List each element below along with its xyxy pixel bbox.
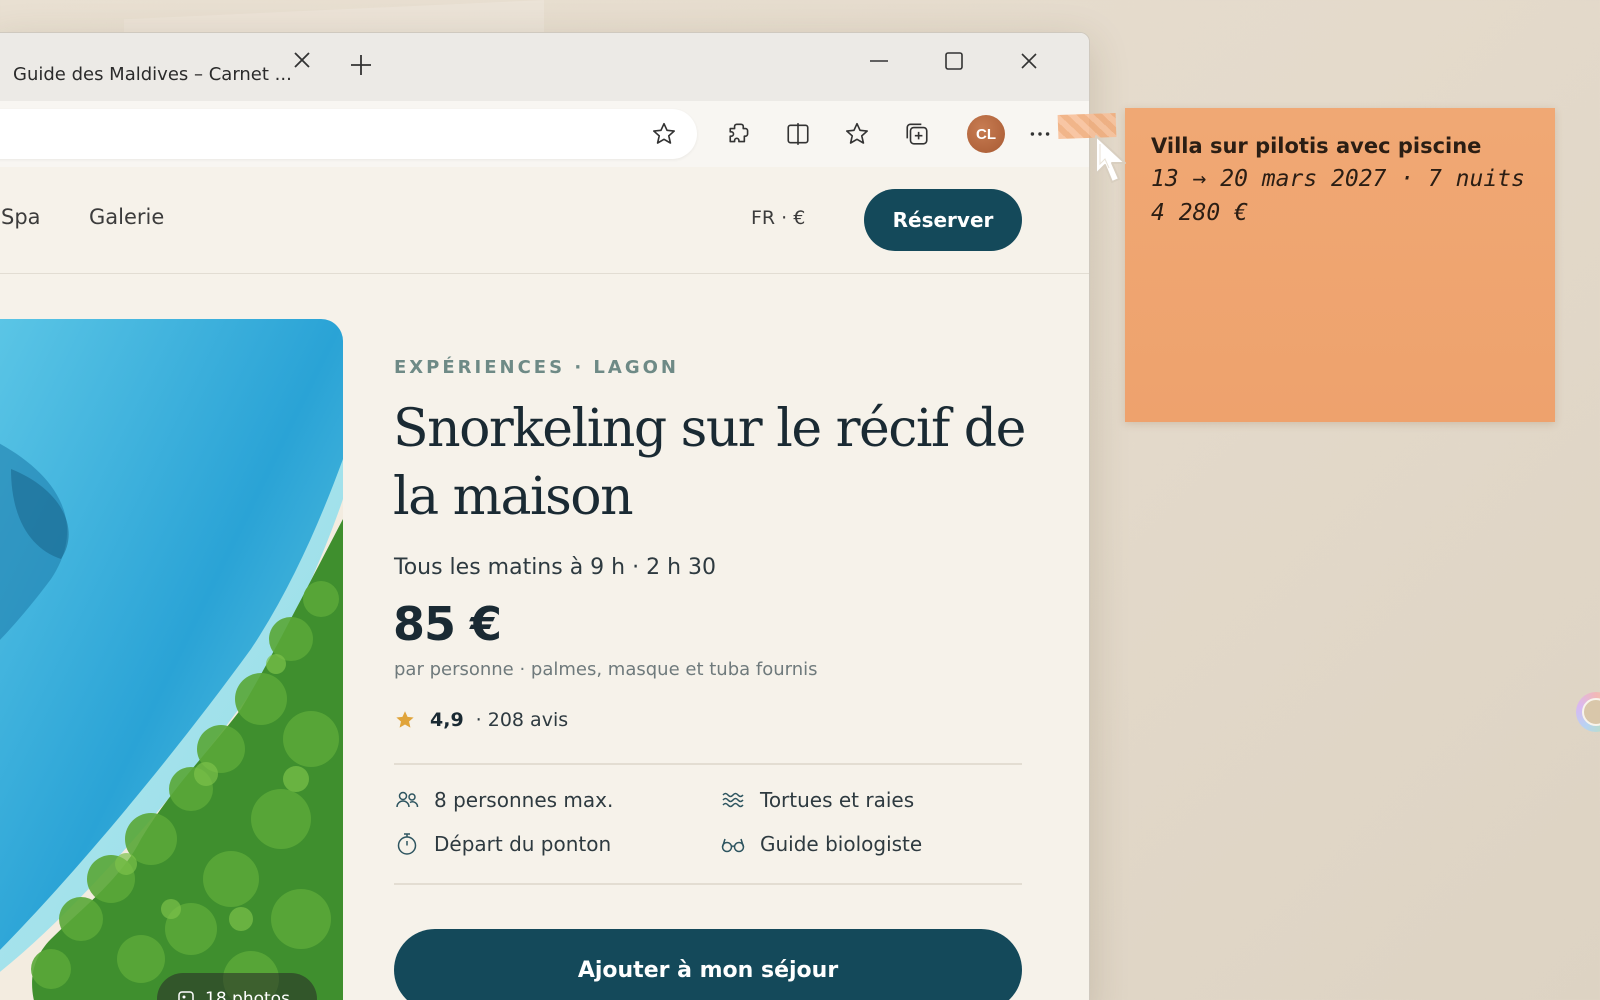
schedule-text: Tous les matins à 9 h · 2 h 30 — [394, 555, 717, 580]
bookmark-star-icon[interactable] — [651, 121, 677, 147]
profile-avatar[interactable]: CL — [967, 115, 1005, 153]
split-screen-icon[interactable] — [785, 121, 811, 147]
glasses-icon — [721, 838, 745, 853]
divider-top — [394, 763, 1022, 765]
photo-count-label: 18 photos — [205, 989, 290, 1000]
background-paper-fold — [124, 0, 544, 32]
maximize-icon[interactable] — [942, 49, 966, 73]
minimize-icon[interactable] — [867, 49, 891, 73]
waves-icon — [722, 792, 744, 808]
site-navigation: Spa Galerie FR · € Réserver — [0, 167, 1089, 274]
sticky-note-title: Villa sur pilotis avec piscine — [1151, 134, 1482, 158]
browser-tab-active[interactable]: Guide des Maldives – Carnet ... — [1, 47, 331, 101]
feature-group-size: 8 personnes max. — [394, 787, 613, 813]
collections-icon[interactable] — [904, 121, 930, 147]
address-bar[interactable] — [0, 109, 697, 159]
sticky-note[interactable]: Villa sur pilotis avec piscine 13 → 20 m… — [1125, 108, 1555, 422]
people-icon — [396, 791, 419, 808]
experience-title: Snorkeling sur le récif de la maison — [393, 399, 1026, 527]
feature-label: Départ du ponton — [434, 832, 612, 856]
reserve-button[interactable]: Réserver — [864, 189, 1022, 251]
feature-wildlife: Tortues et raies — [720, 787, 914, 813]
experience-photo[interactable]: 18 photos — [0, 319, 343, 1000]
feature-label: Guide biologiste — [760, 832, 923, 856]
mouse-cursor-icon — [1095, 135, 1126, 183]
stopwatch-icon — [397, 833, 417, 855]
feature-label: 8 personnes max. — [434, 788, 614, 812]
sticky-note-price: 4 280 € — [1151, 200, 1248, 226]
new-tab-icon[interactable] — [349, 53, 373, 77]
sticky-note-dates: 13 → 20 mars 2027 · 7 nuits — [1151, 166, 1525, 192]
browser-titlebar: Guide des Maldives – Carnet ... — [0, 33, 1089, 101]
rating-summary[interactable]: 4,9 · 208 avis — [394, 709, 568, 731]
extensions-icon[interactable] — [727, 121, 753, 147]
browser-window: Guide des Maldives – Carnet ... CL Spa G… — [0, 32, 1090, 1000]
nav-link-spa[interactable]: Spa — [1, 205, 41, 229]
price-note: par personne · palmes, masque et tuba fo… — [394, 659, 818, 680]
aerial-lagoon-image — [0, 319, 343, 1000]
price-value: 85 € — [393, 597, 502, 651]
browser-toolbar: CL — [0, 101, 1089, 167]
category-eyebrow: EXPÉRIENCES · LAGON — [394, 357, 679, 378]
gallery-icon — [178, 991, 194, 1000]
website-content: Spa Galerie FR · € Réserver 18 photos EX… — [0, 167, 1089, 1000]
nav-link-gallery[interactable]: Galerie — [89, 205, 164, 229]
feature-guide: Guide biologiste — [720, 831, 922, 857]
feature-label: Tortues et raies — [760, 788, 915, 812]
review-count: · 208 avis — [475, 709, 569, 731]
feature-departure: Départ du ponton — [394, 831, 611, 857]
star-icon — [396, 711, 414, 728]
close-window-icon[interactable] — [1017, 49, 1041, 73]
tab-title: Guide des Maldives – Carnet ... — [13, 63, 292, 85]
add-to-stay-button[interactable]: Ajouter à mon séjour — [394, 929, 1022, 1000]
rating-score: 4,9 — [430, 709, 464, 731]
divider-bottom — [394, 883, 1022, 885]
more-options-icon[interactable] — [1027, 121, 1053, 147]
side-widget-core — [1582, 698, 1600, 726]
photo-count-badge[interactable]: 18 photos — [157, 973, 317, 1000]
side-widget-button[interactable] — [1576, 692, 1600, 732]
favorites-icon[interactable] — [844, 121, 870, 147]
language-currency-selector[interactable]: FR · € — [751, 207, 805, 229]
tab-close-icon[interactable] — [291, 49, 313, 71]
